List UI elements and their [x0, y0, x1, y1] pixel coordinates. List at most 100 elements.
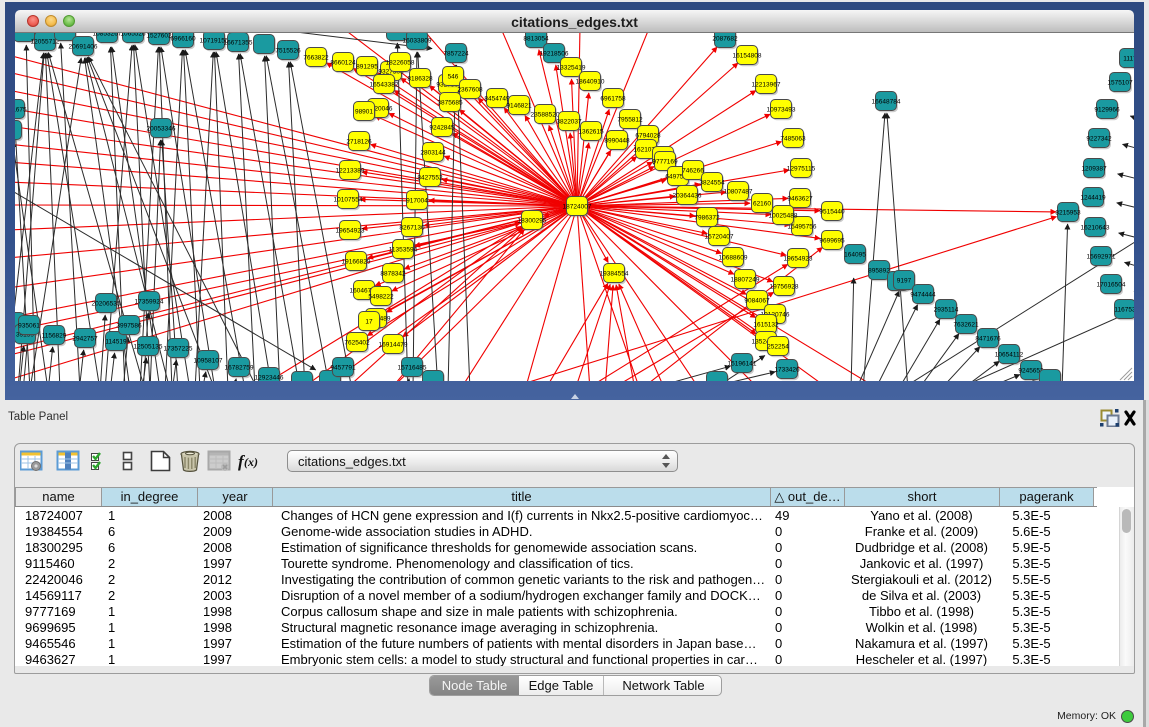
svg-text:10853267: 10853267 — [93, 33, 122, 38]
svg-text:10807487: 10807487 — [724, 189, 753, 196]
svg-text:2087682: 2087682 — [712, 36, 738, 43]
svg-text:12975115: 12975115 — [787, 166, 816, 173]
svg-text:17: 17 — [365, 319, 373, 326]
svg-text:3824554: 3824554 — [699, 180, 725, 187]
svg-text:12505135: 12505135 — [134, 344, 163, 351]
svg-text:12923446: 12923446 — [255, 375, 284, 382]
svg-text:9146821: 9146821 — [506, 103, 532, 110]
svg-text:19384554: 19384554 — [600, 271, 629, 278]
svg-text:1065526: 1065526 — [120, 33, 146, 38]
svg-text:16914479: 16914479 — [379, 342, 408, 349]
svg-text:10654112: 10654112 — [995, 352, 1024, 359]
svg-text:10958107: 10958107 — [194, 358, 223, 365]
svg-text:6961758: 6961758 — [600, 96, 626, 103]
svg-text:15196141: 15196141 — [728, 361, 757, 368]
svg-text:9457791: 9457791 — [330, 365, 356, 372]
svg-text:10973493: 10973493 — [767, 107, 796, 114]
svg-text:8878342: 8878342 — [380, 271, 406, 278]
svg-text:8267130: 8267130 — [399, 225, 425, 232]
svg-text:9777169: 9777169 — [652, 159, 678, 166]
svg-text:20691406: 20691406 — [69, 44, 98, 51]
svg-text:8427552: 8427552 — [417, 175, 443, 182]
svg-text:9515440: 9515440 — [819, 209, 845, 216]
svg-text:17359924: 17359924 — [135, 299, 164, 306]
svg-text:1527602: 1527602 — [146, 33, 172, 40]
svg-text:2803144: 2803144 — [420, 150, 446, 157]
svg-text:2061675: 2061675 — [15, 107, 27, 114]
svg-text:7955812: 7955812 — [617, 117, 643, 124]
svg-text:116753: 116753 — [1114, 307, 1134, 314]
svg-text:7625402: 7625402 — [344, 340, 370, 347]
svg-text:16210643: 16210643 — [1081, 225, 1110, 232]
svg-text:7515526: 7515526 — [275, 48, 301, 55]
svg-text:12055712: 12055712 — [31, 39, 60, 46]
svg-text:917004: 917004 — [406, 198, 428, 205]
svg-text:16782759: 16782759 — [225, 365, 254, 372]
svg-text:6794028: 6794028 — [635, 133, 661, 140]
svg-text:9084067: 9084067 — [744, 298, 770, 305]
svg-text:17357225: 17357225 — [164, 346, 193, 353]
svg-text:2942757: 2942757 — [72, 336, 98, 343]
svg-text:16154808: 16154808 — [733, 53, 762, 60]
svg-text:20053346: 20053346 — [147, 126, 176, 133]
svg-text:3997586: 3997586 — [116, 323, 142, 330]
svg-text:1733426: 1733426 — [774, 367, 800, 374]
svg-text:15692971: 15692971 — [1087, 254, 1116, 261]
svg-text:8186328: 8186328 — [407, 76, 433, 83]
svg-text:16033809: 16033809 — [403, 38, 432, 45]
svg-text:10688609: 10688609 — [719, 255, 748, 262]
svg-text:935061: 935061 — [18, 323, 40, 330]
svg-text:23588520: 23588520 — [531, 112, 560, 119]
svg-text:746266: 746266 — [682, 168, 704, 175]
svg-text:891295: 891295 — [356, 64, 378, 71]
svg-text:17016504: 17016504 — [1097, 282, 1126, 289]
svg-text:11353594: 11353594 — [389, 247, 418, 254]
svg-text:2367608: 2367608 — [457, 87, 483, 94]
svg-text:20364436: 20364436 — [673, 193, 702, 200]
svg-text:2718126: 2718126 — [346, 139, 372, 146]
svg-text:9227342: 9227342 — [1086, 136, 1112, 143]
svg-text:9129966: 9129966 — [1094, 107, 1120, 114]
svg-text:8215953: 8215953 — [1055, 210, 1081, 217]
svg-text:6966160: 6966160 — [170, 36, 196, 43]
svg-text:15720407: 15720407 — [705, 234, 734, 241]
svg-text:8471676: 8471676 — [975, 336, 1001, 343]
svg-text:16648784: 16648784 — [872, 99, 901, 106]
svg-text:1244419: 1244419 — [1080, 195, 1106, 202]
svg-text:1156829: 1156829 — [42, 333, 67, 340]
svg-text:252254: 252254 — [767, 344, 789, 351]
svg-text:12213967: 12213967 — [752, 82, 781, 89]
svg-text:7857224: 7857224 — [443, 51, 469, 58]
svg-text:7632621: 7632621 — [953, 322, 979, 329]
svg-text:62160: 62160 — [753, 201, 771, 208]
svg-text:1615132: 1615132 — [753, 322, 779, 329]
svg-text:8990448: 8990448 — [604, 138, 630, 145]
svg-text:164095: 164095 — [844, 252, 866, 259]
svg-text:9699695: 9699695 — [819, 238, 845, 245]
svg-text:9474444: 9474444 — [910, 292, 936, 299]
svg-text:20206535: 20206535 — [92, 301, 121, 308]
svg-text:9242845: 9242845 — [429, 125, 455, 132]
svg-text:18226058: 18226058 — [386, 60, 415, 67]
svg-text:13325419: 13325419 — [557, 65, 586, 72]
svg-text:3875685: 3875685 — [437, 100, 463, 107]
svg-text:7986372: 7986372 — [694, 215, 720, 222]
svg-text:8454749: 8454749 — [484, 96, 510, 103]
svg-text:546: 546 — [448, 74, 459, 81]
svg-text:19654923: 19654923 — [336, 228, 365, 235]
svg-text:9463627: 9463627 — [787, 196, 813, 203]
svg-text:10107554: 10107554 — [334, 197, 363, 204]
svg-text:3822037: 3822037 — [556, 119, 582, 126]
svg-text:1117: 1117 — [1123, 56, 1134, 63]
svg-text:9197: 9197 — [897, 278, 912, 285]
svg-text:1575107: 1575107 — [1107, 80, 1133, 87]
svg-text:7663822: 7663822 — [303, 55, 329, 62]
svg-text:98901: 98901 — [355, 109, 373, 116]
svg-text:18300295: 18300295 — [518, 218, 547, 225]
svg-text:10025488: 10025488 — [769, 213, 798, 220]
svg-text:16671355: 16671355 — [224, 40, 253, 47]
svg-text:1209387: 1209387 — [1081, 166, 1107, 173]
svg-text:5498222: 5498222 — [368, 294, 394, 301]
svg-text:18640910: 18640910 — [576, 79, 605, 86]
svg-text:12213389: 12213389 — [336, 168, 365, 175]
